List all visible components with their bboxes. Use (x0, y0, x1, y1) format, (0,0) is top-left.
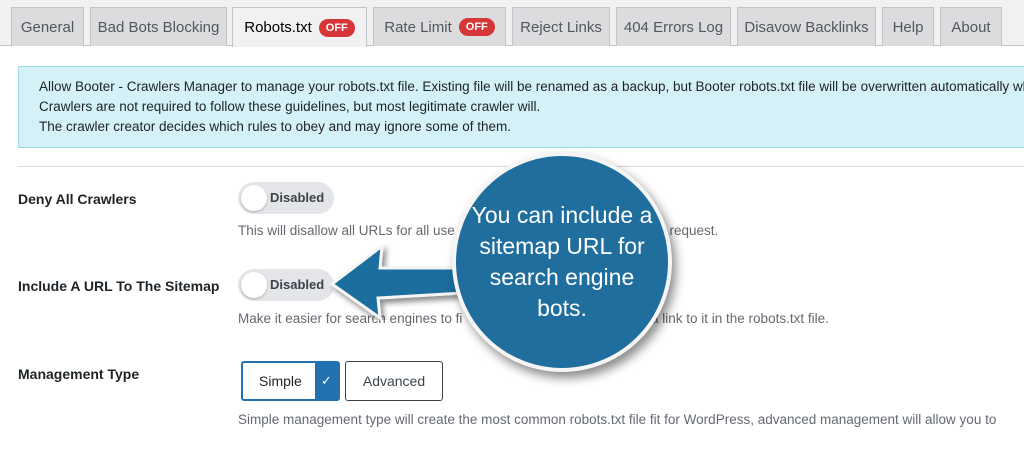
booter-settings-page: General Bad Bots Blocking Robots.txt OFF… (0, 0, 1024, 456)
tab-rate-limit[interactable]: Rate Limit OFF (373, 7, 506, 46)
toggle-knob (241, 185, 267, 211)
management-simple-option[interactable]: Simple ✓ (241, 361, 340, 401)
tab-disavow-backlinks[interactable]: Disavow Backlinks (737, 7, 876, 46)
notice-line: The crawler creator decides which rules … (39, 119, 511, 134)
management-help-text: Simple management type will create the m… (238, 412, 997, 427)
deny-all-crawlers-toggle[interactable]: Disabled (238, 182, 334, 214)
tab-label: Reject Links (520, 18, 602, 36)
help-text-left: This will disallow all URLs for all use (238, 223, 455, 238)
deny-all-crawlers-label: Deny All Crawlers (18, 191, 137, 207)
tab-label: About (951, 18, 991, 36)
status-badge: OFF (318, 18, 355, 37)
toggle-state: Disabled (270, 277, 325, 292)
tab-label: Bad Bots Blocking (97, 18, 220, 36)
checkmark-icon: ✓ (315, 363, 338, 399)
option-label: Simple (259, 373, 302, 389)
management-advanced-option[interactable]: Advanced (345, 361, 443, 401)
notice-line: Crawlers are not required to follow thes… (39, 99, 541, 114)
tab-robots-txt[interactable]: Robots.txt OFF (232, 7, 367, 47)
tab-reject-links[interactable]: Reject Links (512, 7, 610, 46)
info-notice: Allow Booter - Crawlers Manager to manag… (18, 66, 1024, 148)
include-sitemap-label: Include A URL To The Sitemap (18, 278, 220, 294)
tab-bad-bots-blocking[interactable]: Bad Bots Blocking (90, 7, 227, 46)
status-badge: OFF (458, 18, 495, 36)
settings-tab-bar: General Bad Bots Blocking Robots.txt OFF… (0, 0, 1024, 47)
notice-line: Allow Booter - Crawlers Manager to manag… (39, 79, 1024, 94)
tab-label: 404 Errors Log (623, 18, 724, 36)
option-label: Advanced (362, 373, 426, 389)
tab-label: General (20, 18, 75, 36)
tab-about[interactable]: About (940, 7, 1002, 46)
toggle-state: Disabled (270, 190, 325, 205)
tab-404-errors-log[interactable]: 404 Errors Log (616, 7, 731, 46)
help-text-right: a link to it in the robots.txt file. (651, 311, 829, 326)
callout-bubble: You can include a sitemap URL for search… (452, 152, 672, 372)
tab-label: Rate Limit (384, 18, 452, 36)
callout-text: You can include a sitemap URL for search… (471, 202, 653, 321)
tab-label: Robots.txt (244, 19, 312, 36)
toggle-knob (241, 272, 267, 298)
deny-all-help-text: This will disallow all URLs for all use … (238, 223, 718, 238)
tab-general[interactable]: General (11, 7, 84, 46)
management-type-label: Management Type (18, 366, 140, 382)
include-sitemap-toggle[interactable]: Disabled (238, 269, 334, 301)
tab-label: Help (892, 18, 924, 36)
tab-help[interactable]: Help (882, 7, 934, 46)
tab-label: Disavow Backlinks (744, 18, 869, 36)
